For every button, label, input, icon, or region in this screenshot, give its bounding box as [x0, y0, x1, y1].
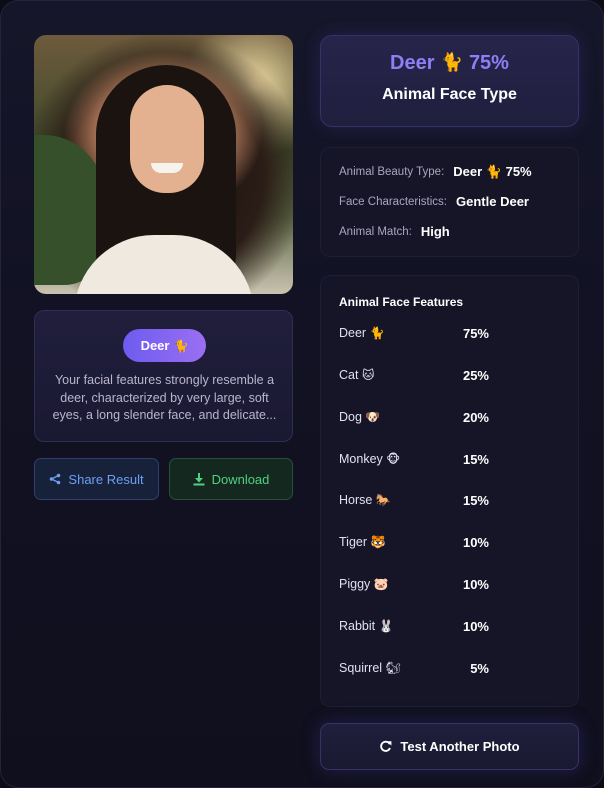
feature-row: Horse 🐎 15%: [339, 490, 489, 510]
characteristics-label: Face Characteristics:: [339, 195, 448, 208]
animal-type-card: Deer 🐈 75% Animal Face Type: [320, 35, 579, 127]
deer-icon: 🐈: [173, 338, 189, 353]
pig-icon: 🐷: [373, 577, 389, 591]
feature-row: Piggy 🐷 10%: [339, 574, 489, 594]
feature-row: Squirrel 🐿 5%: [339, 658, 489, 678]
animal-type-line: Deer 🐈 75%: [321, 52, 578, 75]
feature-name: Piggy 🐷: [339, 577, 463, 591]
feature-row: Dog 🐶 20%: [339, 407, 489, 427]
test-another-photo-label: Test Another Photo: [400, 739, 520, 754]
result-description-card: Deer 🐈 Your facial features strongly res…: [34, 310, 293, 442]
deer-icon: 🐈: [369, 326, 385, 340]
feature-name: Horse 🐎: [339, 493, 463, 507]
feature-name: Deer 🐈: [339, 326, 463, 340]
feature-label: Dog: [339, 410, 362, 424]
feature-row: Cat 🐱 25%: [339, 365, 489, 385]
feature-row: Deer 🐈 75%: [339, 323, 489, 343]
download-button[interactable]: Download: [169, 458, 293, 500]
beauty-type-label: Animal Beauty Type:: [339, 166, 445, 178]
feature-label: Rabbit: [339, 619, 376, 633]
dog-icon: 🐶: [365, 410, 381, 424]
feature-value: 10%: [462, 534, 489, 550]
info-row-characteristics: Face Characteristics: Gentle Deer: [339, 194, 529, 209]
test-another-photo-button[interactable]: Test Another Photo: [320, 723, 579, 770]
photo-face: [130, 85, 204, 193]
match-value: High: [420, 224, 450, 239]
horse-icon: 🐎: [375, 493, 391, 507]
feature-value: 15%: [462, 451, 489, 467]
animal-badge-label: Deer: [140, 338, 170, 353]
feature-value: 75%: [462, 325, 489, 341]
feature-value: 15%: [462, 492, 489, 508]
feature-label: Monkey: [339, 452, 383, 466]
feature-label: Deer: [339, 326, 367, 340]
feature-row: Tiger 🐯 10%: [339, 532, 489, 552]
feature-value: 10%: [462, 618, 489, 634]
result-description: Your facial features strongly resemble a…: [52, 373, 277, 422]
download-label: Download: [211, 471, 270, 487]
feature-label: Horse: [339, 493, 373, 507]
feature-name: Dog 🐶: [339, 410, 463, 424]
info-row-match: Animal Match: High: [339, 224, 450, 239]
deer-icon: 🐈: [440, 52, 463, 73]
characteristics-value: Gentle Deer: [456, 194, 529, 209]
share-result-label: Share Result: [68, 471, 144, 487]
feature-label: Tiger: [339, 535, 368, 549]
info-row-beauty-type: Animal Beauty Type: Deer 🐈 75%: [339, 164, 532, 180]
animal-type-name: Deer: [390, 52, 435, 74]
monkey-icon: 🐵: [386, 452, 401, 466]
app-frame: Deer 🐈 Your facial features strongly res…: [0, 0, 604, 788]
animal-badge: Deer 🐈: [123, 329, 206, 362]
feature-value: 10%: [462, 576, 489, 592]
feature-row: Rabbit 🐰 10%: [339, 616, 489, 636]
feature-value: 5%: [470, 660, 489, 676]
feature-label: Cat: [339, 368, 359, 382]
download-icon: [193, 472, 205, 485]
uploaded-photo: [34, 35, 293, 294]
feature-label: Piggy: [339, 577, 371, 591]
rabbit-icon: 🐰: [378, 619, 394, 633]
feature-name: Squirrel 🐿: [339, 661, 470, 675]
features-card: Animal Face Features Deer 🐈 75% Cat 🐱 25…: [320, 275, 579, 707]
animal-type-heading: Animal Face Type: [382, 86, 517, 103]
animal-type-percent: 75%: [468, 52, 509, 74]
features-title: Animal Face Features: [339, 295, 464, 309]
share-icon: [50, 473, 61, 485]
feature-label: Squirrel: [339, 661, 383, 675]
feature-name: Monkey 🐵: [339, 452, 463, 466]
feature-value: 20%: [462, 409, 489, 425]
feature-name: Cat 🐱: [339, 368, 463, 382]
cat-icon: 🐱: [361, 368, 375, 382]
feature-row: Monkey 🐵 15%: [339, 449, 489, 469]
share-result-button[interactable]: Share Result: [34, 458, 159, 500]
tiger-icon: 🐯: [370, 535, 386, 549]
feature-name: Rabbit 🐰: [339, 619, 463, 633]
refresh-icon: [380, 740, 392, 752]
info-card: Animal Beauty Type: Deer 🐈 75% Face Char…: [320, 147, 579, 257]
squirrel-icon: 🐿: [385, 661, 401, 675]
photo-smile: [151, 163, 183, 173]
feature-name: Tiger 🐯: [339, 535, 463, 549]
beauty-type-value: Deer 🐈 75%: [453, 164, 532, 179]
feature-value: 25%: [462, 367, 489, 383]
match-label: Animal Match:: [339, 225, 412, 238]
